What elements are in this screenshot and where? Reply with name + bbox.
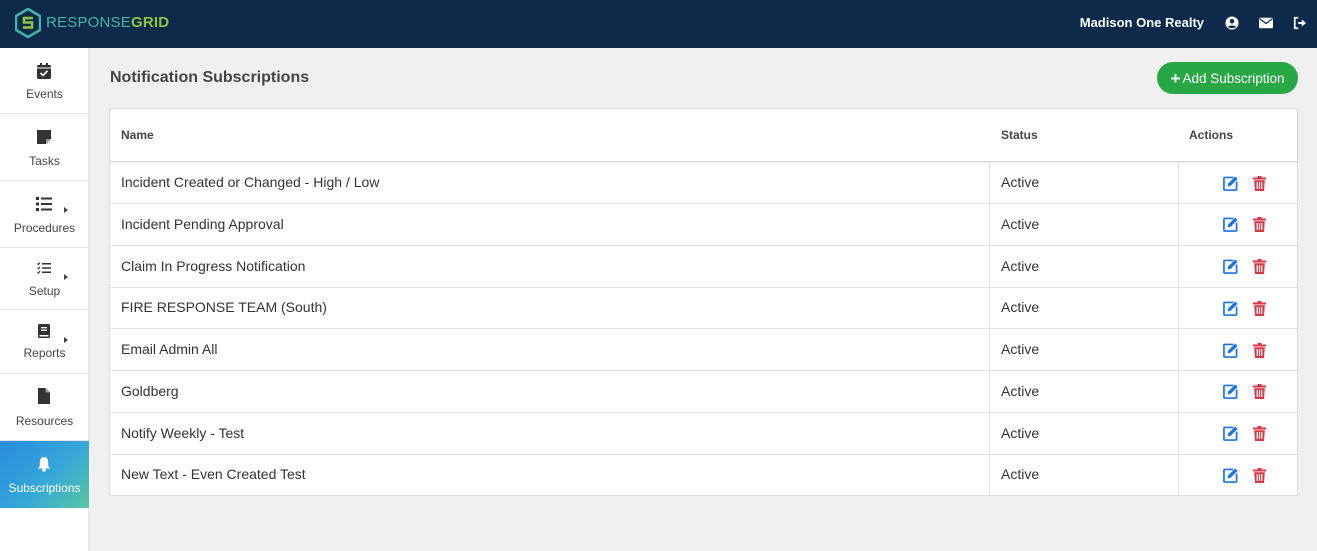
chevron-right-icon [64,207,68,213]
subscription-status: Active [1001,215,1040,232]
subscription-name: Incident Created or Changed - High / Low [121,174,380,190]
envelope-icon[interactable] [1258,15,1274,31]
subscriptions-table: Name Status Actions Incident Created or … [109,108,1298,496]
delete-icon[interactable] [1251,467,1267,483]
logo-text: RESPONSEGRID [46,14,170,31]
edit-icon[interactable] [1222,300,1238,316]
delete-icon[interactable] [1251,426,1267,442]
delete-icon[interactable] [1251,300,1267,316]
subscription-status: Active [1001,382,1040,399]
sidebar-item-procedures[interactable]: Procedures [0,181,89,248]
user-circle-icon[interactable] [1224,15,1240,31]
delete-icon[interactable] [1251,259,1267,275]
edit-icon[interactable] [1222,342,1238,358]
column-header-actions: Actions [1189,128,1234,142]
delete-icon[interactable] [1251,175,1267,191]
table-row: FIRE RESPONSE TEAM (South) Active [110,287,1297,330]
sidebar-item-events[interactable]: Events [0,48,89,114]
sidebar-item-subscriptions[interactable]: Subscriptions [0,441,89,508]
sidebar-item-reports[interactable]: Reports [0,310,89,374]
table-row: Notify Weekly - Test Active [110,413,1297,455]
sidebar-item-label: Tasks [29,154,60,168]
sidebar-item-label: Resources [15,414,74,428]
sidebar-item-resources[interactable]: Resources [0,374,89,441]
tasks-list-icon [36,260,52,276]
sidebar: Events Tasks Procedures Setup Reports Re… [0,48,89,551]
subscription-name: Notify Weekly - Test [121,424,245,441]
add-subscription-label: Add Subscription [1182,70,1285,86]
table-row: Email Admin All Active [110,329,1297,371]
file-icon [36,388,52,404]
chevron-right-icon [64,337,68,343]
delete-icon[interactable] [1251,384,1267,400]
subscription-name: Claim In Progress Notification [121,257,306,274]
subscription-name: Email Admin All [121,341,218,357]
subscription-name: New Text - Even Created Test [121,466,306,483]
table-header: Name Status Actions [110,109,1297,162]
edit-icon[interactable] [1222,259,1238,275]
subscription-status: Active [1001,424,1040,441]
table-row: Incident Created or Changed - High / Low… [110,162,1297,204]
sidebar-item-label: Procedures [13,221,76,235]
table-row: Claim In Progress Notification Active [110,246,1297,288]
plus-icon: + [1170,68,1181,88]
edit-icon[interactable] [1222,217,1238,233]
subscription-status: Active [1001,257,1040,274]
column-header-name[interactable]: Name [121,128,154,142]
list-icon [36,196,52,212]
delete-icon[interactable] [1251,217,1267,233]
table-row: New Text - Even Created Test Active [110,454,1297,496]
sign-out-icon[interactable] [1292,15,1308,31]
sidebar-item-tasks[interactable]: Tasks [0,114,89,181]
subscription-name: FIRE RESPONSE TEAM (South) [121,299,327,316]
edit-icon[interactable] [1222,175,1238,191]
book-icon [36,323,52,339]
delete-icon[interactable] [1251,342,1267,358]
table-row: Incident Pending Approval Active [110,204,1297,246]
sidebar-item-setup[interactable]: Setup [0,248,89,310]
sidebar-item-label: Events [26,87,63,101]
subscription-status: Active [1001,466,1040,483]
company-name: Madison One Realty [1079,15,1204,30]
table-row: Goldberg Active [110,371,1297,413]
sidebar-item-label: Subscriptions [8,481,81,495]
subscription-name: Goldberg [121,382,179,399]
sticky-note-icon [36,129,52,145]
chevron-right-icon [64,274,68,280]
edit-icon[interactable] [1222,467,1238,483]
edit-icon[interactable] [1222,384,1238,400]
calendar-check-icon [36,63,52,79]
page-title: Notification Subscriptions [110,69,310,86]
bell-icon [36,456,52,472]
subscription-status: Active [1001,174,1040,190]
sidebar-item-label: Reports [23,346,66,360]
logo[interactable]: RESPONSEGRID [15,8,169,38]
edit-icon[interactable] [1222,426,1238,442]
add-subscription-button[interactable]: + Add Subscription [1157,62,1298,94]
sidebar-item-label: Setup [28,284,61,298]
subscription-status: Active [1001,341,1040,357]
logo-icon [15,8,41,38]
column-header-status[interactable]: Status [1001,128,1038,142]
top-bar: RESPONSEGRID Madison One Realty [0,0,1317,48]
subscription-status: Active [1001,299,1040,316]
subscription-name: Incident Pending Approval [121,215,284,232]
